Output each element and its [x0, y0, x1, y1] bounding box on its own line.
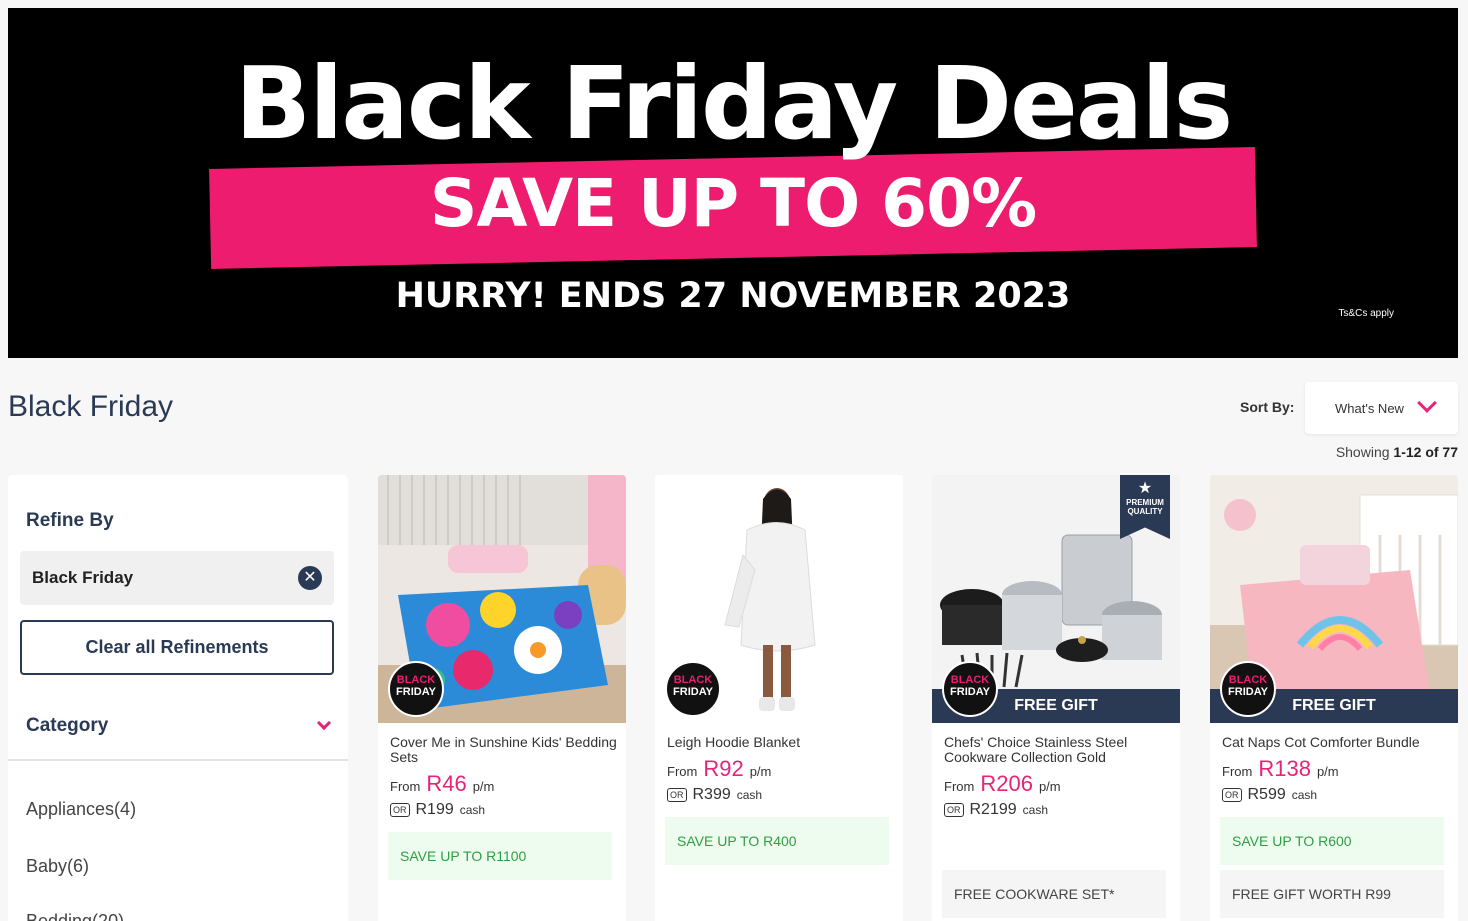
refine-title: Refine By	[26, 510, 114, 531]
product-card[interactable]: ★ PREMIUM QUALITY FREE GIFT BLACK FRIDAY …	[932, 475, 1180, 921]
product-name[interactable]: Chefs' Choice Stainless Steel Cookware C…	[944, 735, 1172, 765]
close-icon[interactable]: ✕	[298, 566, 322, 590]
monthly-price: From R92 p/m	[667, 756, 772, 781]
black-friday-badge: BLACK FRIDAY	[665, 661, 721, 717]
product-name[interactable]: Cat Naps Cot Comforter Bundle	[1222, 735, 1450, 750]
product-image[interactable]: BLACK FRIDAY	[378, 475, 626, 723]
banner-hurry-text: HURRY! ENDS 27 NOVEMBER 2023	[395, 276, 1071, 316]
cash-price: OR R599 cash	[1222, 786, 1317, 804]
promo-label: SAVE UP TO R400	[665, 817, 889, 865]
divider	[8, 759, 348, 761]
product-image[interactable]: ★ PREMIUM QUALITY FREE GIFT BLACK FRIDAY	[932, 475, 1180, 723]
banner-title: Black Friday Deals	[234, 45, 1233, 162]
product-card[interactable]: BLACK FRIDAY Cover Me in Sunshine Kids' B…	[378, 475, 626, 921]
category-item-bedding[interactable]: Bedding(20)	[26, 911, 124, 921]
chevron-down-icon	[1417, 393, 1437, 413]
category-header[interactable]: Category	[26, 715, 108, 737]
star-icon: ★	[1137, 480, 1153, 497]
promo-label: SAVE UP TO R1100	[388, 832, 612, 880]
sort-value: What's New	[1335, 400, 1404, 416]
promo-label-secondary: FREE GIFT WORTH R99	[1220, 870, 1444, 918]
product-card[interactable]: FREE GIFT BLACK FRIDAY Cat Naps Cot Comfo…	[1210, 475, 1458, 921]
cash-price: OR R199 cash	[390, 801, 485, 819]
product-image[interactable]: BLACK FRIDAY	[655, 475, 903, 723]
product-name[interactable]: Leigh Hoodie Blanket	[667, 735, 895, 750]
black-friday-badge: BLACK FRIDAY	[1220, 661, 1276, 717]
chevron-down-icon[interactable]	[316, 715, 332, 731]
product-image[interactable]: FREE GIFT BLACK FRIDAY	[1210, 475, 1458, 723]
product-name[interactable]: Cover Me in Sunshine Kids' Bedding Sets	[390, 735, 618, 765]
cash-price: OR R399 cash	[667, 786, 762, 804]
product-card[interactable]: BLACK FRIDAY Leigh Hoodie Blanket From R9…	[655, 475, 903, 921]
black-friday-badge: BLACK FRIDAY	[388, 661, 444, 717]
category-item-appliances[interactable]: Appliances(4)	[26, 799, 136, 820]
promo-label: SAVE UP TO R600	[1220, 817, 1444, 865]
category-item-baby[interactable]: Baby(6)	[26, 856, 89, 877]
active-filter-label: Black Friday	[32, 568, 134, 587]
page-title: Black Friday	[8, 390, 174, 423]
black-friday-badge: BLACK FRIDAY	[942, 661, 998, 717]
black-friday-banner[interactable]: Black Friday Deals SAVE UP TO 60% HURRY!…	[8, 8, 1458, 358]
sort-label: Sort By:	[1240, 399, 1295, 415]
cash-price: OR R2199 cash	[944, 801, 1048, 819]
sort-dropdown[interactable]: What's New	[1305, 382, 1458, 434]
promo-label: FREE COOKWARE SET*	[942, 870, 1166, 918]
banner-save-text: SAVE UP TO 60%	[429, 165, 1037, 242]
active-filter-chip: Black Friday ✕	[20, 551, 334, 605]
monthly-price: From R46 p/m	[390, 771, 495, 796]
results-count: Showing 1-12 of 77	[1335, 444, 1458, 460]
monthly-price: From R138 p/m	[1222, 756, 1339, 781]
banner-tcs: Ts&Cs apply	[1338, 308, 1394, 319]
clear-refinements-button[interactable]: Clear all Refinements	[20, 620, 334, 675]
refine-sidebar: Refine By Black Friday ✕ Clear all Refin…	[8, 475, 348, 921]
monthly-price: From R206 p/m	[944, 771, 1061, 796]
